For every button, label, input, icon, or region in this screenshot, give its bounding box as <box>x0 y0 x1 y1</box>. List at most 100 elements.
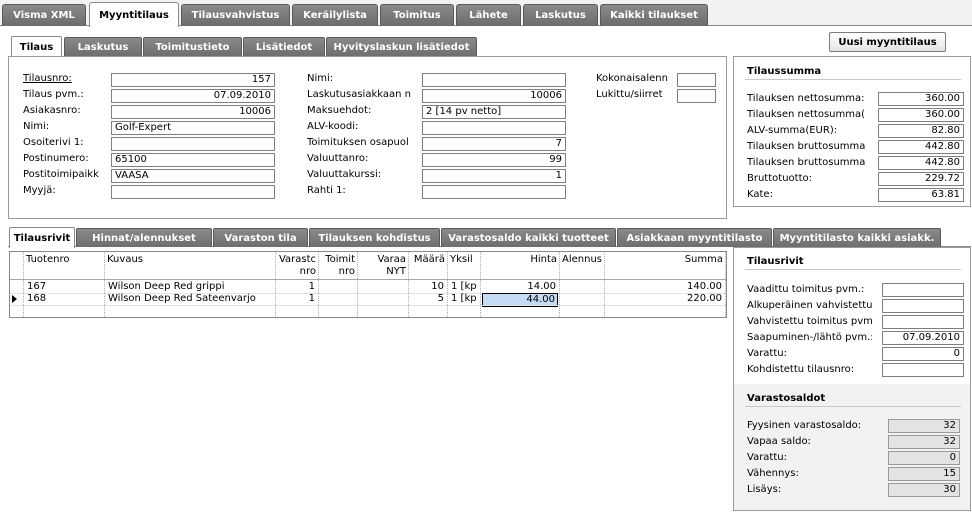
lowertab-varastosaldo[interactable]: Varastosaldo kaikki tuotteet <box>441 228 616 247</box>
table-cell[interactable]: 168 <box>25 293 103 305</box>
subtab-hyvityslaskun-lisatiedot[interactable]: Hyvityslaskun lisätiedot <box>326 37 477 56</box>
table-cell[interactable]: 14.00 <box>482 281 558 293</box>
grid-header-cell[interactable]: Yksil <box>450 254 478 266</box>
grid-header-cell[interactable]: Hinta <box>483 254 557 266</box>
field-input[interactable]: 65100 <box>111 153 275 167</box>
summary-label: Kate: <box>747 189 773 200</box>
table-cell[interactable]: 1 <box>277 281 317 293</box>
field-label: Tilausnro: <box>23 73 72 84</box>
tab-toimitus[interactable]: Toimitus <box>380 4 454 26</box>
field-label: Postinumero: <box>23 153 89 164</box>
field-input[interactable] <box>677 89 716 103</box>
tab-kaikki-tilaukset[interactable]: Kaikki tilaukset <box>600 4 708 26</box>
grid-header-cell[interactable]: Varaa <box>360 254 406 266</box>
stock-label: Varattu: <box>747 452 787 463</box>
stock-value: 32 <box>888 435 960 449</box>
grid-header-cell[interactable]: Alennus <box>562 254 602 266</box>
table-cell[interactable]: 140.00 <box>606 281 724 293</box>
stock-label: Vapaa saldo: <box>747 436 811 447</box>
summary-value: 360.00 <box>878 108 964 122</box>
table-cell[interactable]: Wilson Deep Red Sateenvarjo <box>106 293 274 305</box>
lowertab-tilausrivit[interactable]: Tilausrivit <box>9 227 75 248</box>
subtab-toimitustieto[interactable]: Toimitustieto <box>143 37 242 56</box>
tab-kerailylista[interactable]: Keräilylista <box>292 4 378 26</box>
tab-lahete[interactable]: Lähete <box>456 4 521 26</box>
row-detail-label: Kohdistettu tilausnro: <box>747 364 855 375</box>
grid-header-cell[interactable]: Summa <box>607 254 723 266</box>
summary-label: Tilauksen nettosumma( <box>747 109 866 120</box>
grid-header-cell[interactable]: Kuvaus <box>107 254 273 266</box>
field-input[interactable]: 1 <box>422 169 566 183</box>
field-label: Kokonaisalenn <box>596 73 668 84</box>
table-cell[interactable]: 167 <box>25 281 103 293</box>
field-input[interactable]: Golf-Expert <box>111 121 275 135</box>
field-input[interactable] <box>111 185 275 199</box>
table-cell[interactable]: 220.00 <box>606 293 724 305</box>
summary-value: 229.72 <box>878 172 964 186</box>
grid-header-cell[interactable]: Toimit <box>321 254 355 266</box>
field-input[interactable]: 10006 <box>422 89 566 103</box>
lowertab-tilauksen-kohdistus[interactable]: Tilauksen kohdistus <box>309 228 440 247</box>
stock-value: 30 <box>888 483 960 497</box>
summary-title: Tilaussumma <box>747 66 822 77</box>
lowertab-myyntitilasto-kaikki[interactable]: Myyntitilasto kaikki asiakk. <box>773 228 941 247</box>
subtab-lisatiedot[interactable]: Lisätiedot <box>243 37 325 56</box>
stock-divider <box>745 406 961 407</box>
field-input[interactable]: 7 <box>422 137 566 151</box>
field-label: Toimituksen osapuol <box>307 137 409 148</box>
field-label: Valuuttakurssi: <box>307 169 382 180</box>
field-input[interactable]: 157 <box>111 73 275 87</box>
field-input[interactable]: 2 [14 pv netto] <box>422 105 566 119</box>
grid-header-cell[interactable]: Tuotenro <box>26 254 102 266</box>
table-cell[interactable]: 10 <box>410 281 446 293</box>
grid-header-cell[interactable]: Määrä <box>411 254 445 266</box>
field-input[interactable]: 99 <box>422 153 566 167</box>
lowertab-hinnat[interactable]: Hinnat/alennukset <box>76 228 212 247</box>
grid-col-divider <box>725 252 726 317</box>
field-label: Laskutusasiakkaan n <box>307 89 411 100</box>
field-label: Lukittu/siirret <box>596 89 663 100</box>
grid-header-cell: NYT <box>386 266 406 277</box>
field-input[interactable]: VAASA <box>111 169 275 183</box>
lowertab-asiakkaan-myyntitilasto[interactable]: Asiakkaan myyntitilasto <box>617 228 772 247</box>
row-detail-input[interactable] <box>882 283 964 297</box>
row-detail-input[interactable]: 07.09.2010 <box>882 331 964 345</box>
row-detail-label: Vaadittu toimitus pvm.: <box>747 284 865 295</box>
summary-label: Bruttotuotto: <box>747 173 812 184</box>
table-cell[interactable]: 1 [kp <box>449 293 479 305</box>
row-details-divider <box>745 269 961 270</box>
grid-header-cell[interactable]: Varastc <box>278 254 316 266</box>
new-order-button[interactable]: Uusi myyntitilaus <box>829 32 946 52</box>
tab-tilausvahvistus[interactable]: Tilausvahvistus <box>181 4 290 26</box>
table-cell[interactable]: 1 <box>277 293 317 305</box>
row-detail-input[interactable]: 0 <box>882 347 964 361</box>
row-detail-label: Vahvistettu toimitus pvm <box>747 316 872 327</box>
table-cell[interactable]: Wilson Deep Red grippi <box>106 281 274 293</box>
summary-value: 442.80 <box>878 156 964 170</box>
field-input[interactable]: 10006 <box>111 105 275 119</box>
stock-title: Varastosaldot <box>747 393 826 404</box>
table-cell[interactable]: 1 [kp <box>449 281 479 293</box>
field-input[interactable]: 07.09.2010 <box>111 89 275 103</box>
tab-visma-xml[interactable]: Visma XML <box>2 4 86 26</box>
row-detail-label: Saapuminen-/lähtö pvm.: <box>747 332 872 343</box>
field-input[interactable] <box>422 121 566 135</box>
lowertab-varaston-tila[interactable]: Varaston tila <box>213 228 308 247</box>
row-detail-input[interactable] <box>882 315 964 329</box>
tab-laskutus[interactable]: Laskutus <box>523 4 598 26</box>
field-label: Valuuttanro: <box>307 153 369 164</box>
field-label: Nimi: <box>307 73 334 84</box>
tab-myyntitilaus[interactable]: Myyntitilaus <box>89 2 179 27</box>
grid-header-divider <box>10 279 726 280</box>
field-input[interactable] <box>677 73 716 87</box>
field-input[interactable] <box>422 185 566 199</box>
subtab-laskutus[interactable]: Laskutus <box>64 37 142 56</box>
row-detail-input[interactable] <box>882 299 964 313</box>
table-cell[interactable]: 5 <box>410 293 446 305</box>
subtab-tilaus[interactable]: Tilaus <box>11 36 62 57</box>
row-detail-input[interactable] <box>882 363 964 377</box>
field-input[interactable] <box>422 73 566 87</box>
row-pointer-icon <box>12 295 17 303</box>
summary-label: Tilauksen nettosumma: <box>747 93 865 104</box>
field-input[interactable] <box>111 137 275 151</box>
